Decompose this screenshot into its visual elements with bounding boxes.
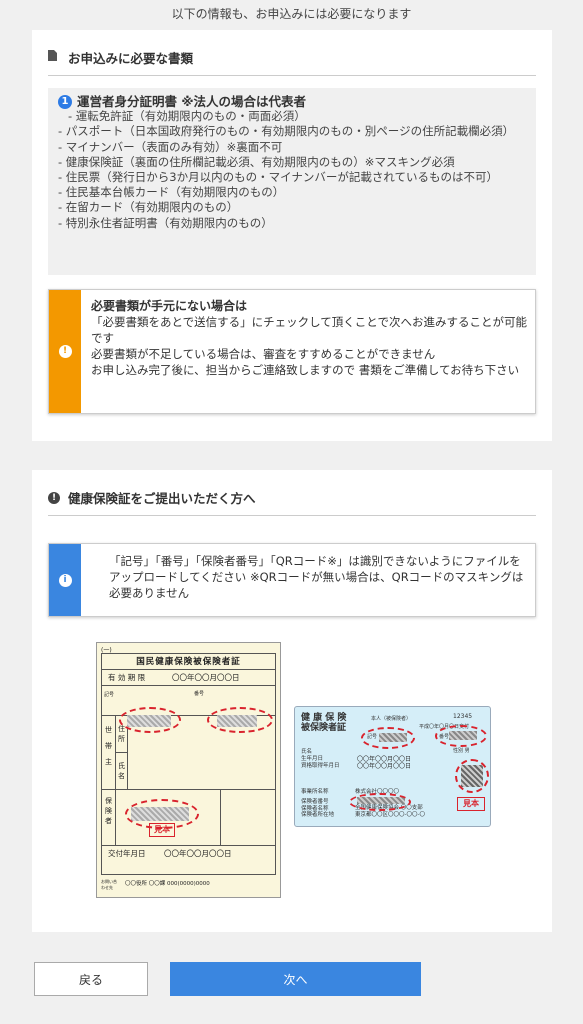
list-item: - 住民基本台帳カード（有効期限内のもの）: [58, 185, 285, 200]
list-item: - 在留カード（有効期限内のもの）: [58, 200, 239, 215]
document-icon: [48, 50, 57, 61]
info-icon: i: [58, 573, 72, 587]
section-header: ! 健康保険証をご提出いただく方へ: [48, 488, 536, 516]
card-title: 国民健康保険被保険者証: [102, 654, 275, 670]
shakai-hoken-sample-image: 健 康 保 険 被保険者証 本人（被保険者） 12345 平成〇年〇月〇日交付 …: [294, 706, 491, 827]
section-title: 健康保険証をご提出いただく方へ: [68, 491, 256, 506]
top-note: 以下の情報も、お申込みには必要になります: [171, 7, 412, 21]
list-item: - 住民票（発行日から3か月以内のもの・マイナンバーが記載されているものは不可）: [58, 170, 499, 185]
section-header: お申込みに必要な書類: [48, 48, 536, 76]
health-insurance-card: ! 健康保険証をご提出いただく方へ i 「記号」「番号」「保険者番号」「QRコー…: [32, 470, 552, 932]
warning-line: 「必要書類をあとで送信する」にチェックして頂くことで次へお進みすることが可能です: [91, 315, 527, 345]
list-item: - 特別永住者証明書（有効期限内のもの）: [58, 215, 273, 230]
alert-icon: !: [48, 492, 60, 504]
list-item: - パスポート（日本国政府発行のもの・有効期限内のもの・別ページの住所記載欄必須…: [58, 124, 515, 139]
list-item: - 運転免許証（有効期限内のもの・両面必須）: [68, 109, 306, 124]
warning-title: 必要書類が手元にない場合は: [91, 299, 248, 313]
doc-list: - 運転免許証（有効期限内のもの・両面必須） - パスポート（日本国政府発行のも…: [58, 109, 526, 231]
sample-stamp: 見本: [457, 797, 485, 811]
warning-line: お申し込み完了後に、担当からご連絡致しますので 書類をご準備してお待ち下さい: [91, 363, 520, 377]
issue-row: 交付年月日 〇〇年〇〇月〇〇日: [108, 849, 232, 858]
list-item: - 健康保険証（裏面の住所欄記載必須、有効期限内のもの）※マスキング必須: [58, 154, 455, 169]
section-title: お申込みに必要な書類: [68, 51, 194, 66]
info-text: 「記号」「番号」「保険者番号」「QRコード※」は識別できないようにファイルをアッ…: [109, 554, 524, 600]
next-button[interactable]: 次へ: [170, 962, 421, 996]
validity-row: 有 効 期 限 〇〇年〇〇月〇〇日: [102, 670, 275, 686]
number-badge: 1: [58, 94, 72, 109]
sample-stamp: 見本: [149, 823, 175, 837]
info-notice: i 「記号」「番号」「保険者番号」「QRコード※」は識別できないようにファイルを…: [48, 543, 536, 617]
required-docs-card: お申込みに必要な書類 1 運営者身分証明書 ※法人の場合は代表者 - 運転免許証…: [32, 30, 552, 441]
item-title: 運営者身分証明書 ※法人の場合は代表者: [77, 94, 307, 109]
warning-line: 必要書類が不足している場合は、審査をすすめることができません: [91, 347, 436, 361]
alert-icon: !: [58, 345, 72, 358]
back-button[interactable]: 戻る: [34, 962, 148, 996]
required-docs-box: 1 運営者身分証明書 ※法人の場合は代表者 - 運転免許証（有効期限内のもの・両…: [48, 88, 536, 275]
warning-notice: ! 必要書類が手元にない場合は 「必要書類をあとで送信する」にチェックして頂くこ…: [48, 289, 536, 414]
kokuho-sample-image: (一) 国民健康保険被保険者証 有 効 期 限 〇〇年〇〇月〇〇日 記号 番号 …: [96, 642, 281, 898]
list-item: - マイナンバー（表面のみ有効）※裏面不可: [58, 139, 283, 154]
